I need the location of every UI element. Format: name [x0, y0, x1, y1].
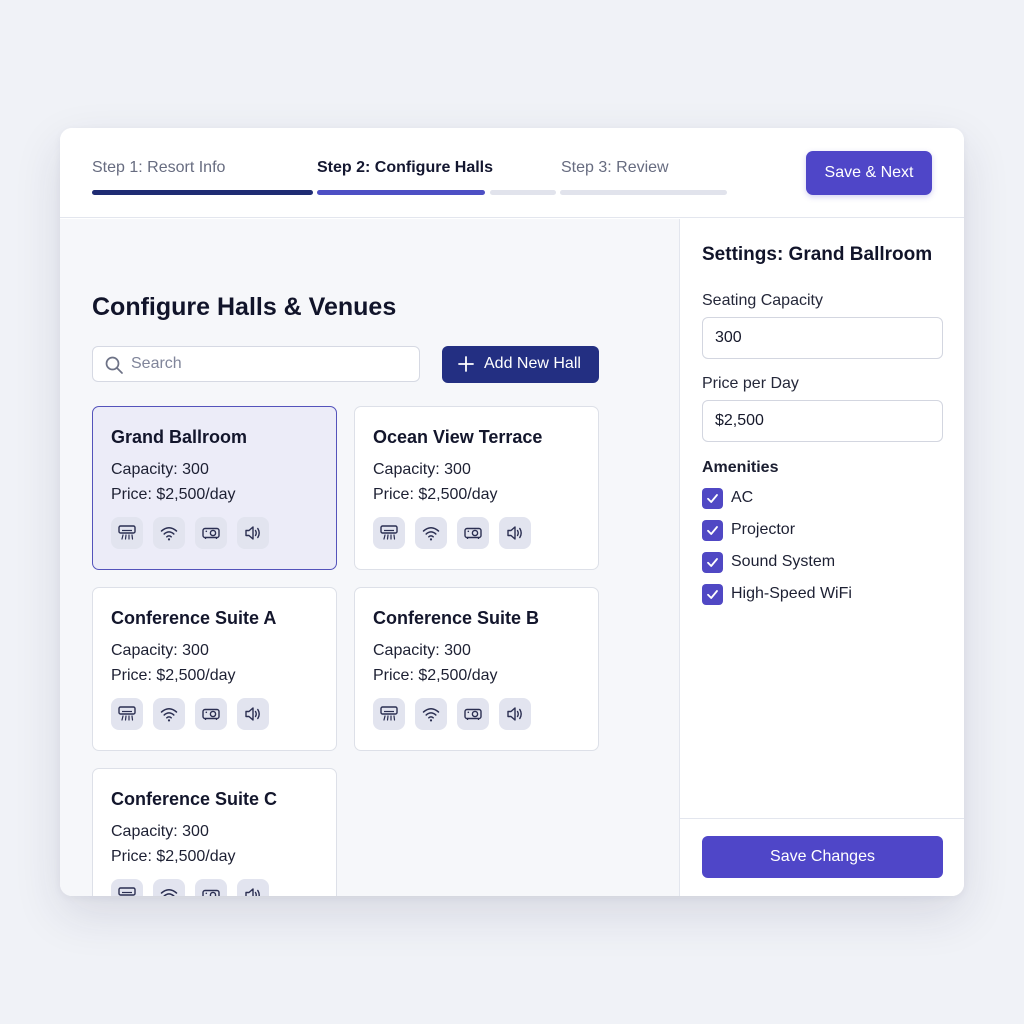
wifi-icon: [415, 517, 447, 549]
projector-icon: [457, 698, 489, 730]
hall-price: Price: $2,500/day: [373, 486, 498, 503]
page-title: Configure Halls & Venues: [92, 293, 397, 321]
search-input[interactable]: [131, 347, 411, 381]
step-2-remaining-bar: [490, 190, 556, 195]
hall-capacity: Capacity: 300: [111, 461, 209, 478]
amenity-label: Projector: [731, 521, 796, 538]
ac-icon: [111, 698, 143, 730]
checkbox-checked[interactable]: [702, 520, 723, 541]
step-3-progress-bar: [560, 190, 727, 195]
hall-name: Ocean View Terrace: [373, 427, 543, 447]
hall-card-ocean-view-terrace[interactable]: Ocean View Terrace Capacity: 300 Price: …: [354, 406, 599, 570]
hall-name: Conference Suite B: [373, 608, 540, 628]
step-2-progress-bar: [317, 190, 485, 195]
step-2-label[interactable]: Step 2: Configure Halls: [317, 159, 493, 177]
speaker-icon: [237, 517, 269, 549]
amenity-checkbox-high-speed-wifi[interactable]: High-Speed WiFi: [702, 584, 942, 606]
checkbox-checked[interactable]: [702, 488, 723, 509]
amenity-label: Sound System: [731, 553, 836, 570]
settings-title: Settings: Grand Ballroom: [702, 244, 933, 265]
projector-icon: [457, 517, 489, 549]
speaker-icon: [499, 698, 531, 730]
hall-card-conference-suite-b[interactable]: Conference Suite B Capacity: 300 Price: …: [354, 587, 599, 751]
step-1-progress-bar: [92, 190, 313, 195]
search-icon: [105, 356, 123, 374]
wifi-icon: [153, 879, 185, 896]
ac-icon: [373, 517, 405, 549]
check-icon: [707, 558, 718, 567]
check-icon: [707, 494, 718, 503]
hall-capacity: Capacity: 300: [111, 642, 209, 659]
amenities-heading: Amenities: [702, 459, 779, 476]
add-new-hall-label: Add New Hall: [484, 355, 581, 372]
wifi-icon: [415, 698, 447, 730]
save-next-button[interactable]: Save & Next: [806, 151, 932, 195]
hall-name: Conference Suite C: [111, 789, 278, 809]
hall-name: Conference Suite A: [111, 608, 277, 628]
speaker-icon: [237, 879, 269, 896]
stepper-header: Step 1: Resort Info Step 2: Configure Ha…: [60, 128, 964, 218]
projector-icon: [195, 879, 227, 896]
hall-price: Price: $2,500/day: [111, 486, 236, 503]
plus-icon: [458, 356, 474, 372]
speaker-icon: [499, 517, 531, 549]
price-per-day-label: Price per Day: [702, 375, 799, 392]
checkbox-checked[interactable]: [702, 552, 723, 573]
projector-icon: [195, 698, 227, 730]
hall-name: Grand Ballroom: [111, 427, 248, 447]
step-3-label[interactable]: Step 3: Review: [561, 159, 669, 177]
hall-price: Price: $2,500/day: [111, 667, 236, 684]
amenity-label: High-Speed WiFi: [731, 585, 852, 602]
amenity-checkbox-ac[interactable]: AC: [702, 488, 942, 510]
amenity-checkbox-sound-system[interactable]: Sound System: [702, 552, 942, 574]
ac-icon: [111, 517, 143, 549]
seating-capacity-label: Seating Capacity: [702, 292, 823, 309]
add-new-hall-button[interactable]: Add New Hall: [442, 346, 599, 383]
speaker-icon: [237, 698, 269, 730]
search-box[interactable]: [92, 346, 420, 382]
ac-icon: [373, 698, 405, 730]
hall-card-conference-suite-c[interactable]: Conference Suite C Capacity: 300 Price: …: [92, 768, 337, 896]
hall-card-grand-ballroom[interactable]: Grand Ballroom Capacity: 300 Price: $2,5…: [92, 406, 337, 570]
step-1-label[interactable]: Step 1: Resort Info: [92, 159, 225, 177]
app-window: Step 1: Resort Info Step 2: Configure Ha…: [60, 128, 964, 896]
seating-capacity-input[interactable]: [702, 317, 943, 359]
hall-card-conference-suite-a[interactable]: Conference Suite A Capacity: 300 Price: …: [92, 587, 337, 751]
wifi-icon: [153, 517, 185, 549]
sidebar-footer: Save Changes: [680, 818, 964, 896]
hall-capacity: Capacity: 300: [373, 461, 471, 478]
amenity-checkbox-projector[interactable]: Projector: [702, 520, 942, 542]
ac-icon: [111, 879, 143, 896]
wifi-icon: [153, 698, 185, 730]
projector-icon: [195, 517, 227, 549]
hall-price: Price: $2,500/day: [111, 848, 236, 865]
check-icon: [707, 526, 718, 535]
save-changes-button[interactable]: Save Changes: [702, 836, 943, 878]
hall-price: Price: $2,500/day: [373, 667, 498, 684]
check-icon: [707, 590, 718, 599]
amenity-label: AC: [731, 489, 754, 506]
settings-sidebar: Settings: Grand Ballroom Seating Capacit…: [679, 219, 964, 896]
hall-capacity: Capacity: 300: [373, 642, 471, 659]
halls-main-panel: Configure Halls & Venues Add New Hall Gr…: [60, 219, 679, 896]
hall-capacity: Capacity: 300: [111, 823, 209, 840]
checkbox-checked[interactable]: [702, 584, 723, 605]
price-per-day-input[interactable]: [702, 400, 943, 442]
